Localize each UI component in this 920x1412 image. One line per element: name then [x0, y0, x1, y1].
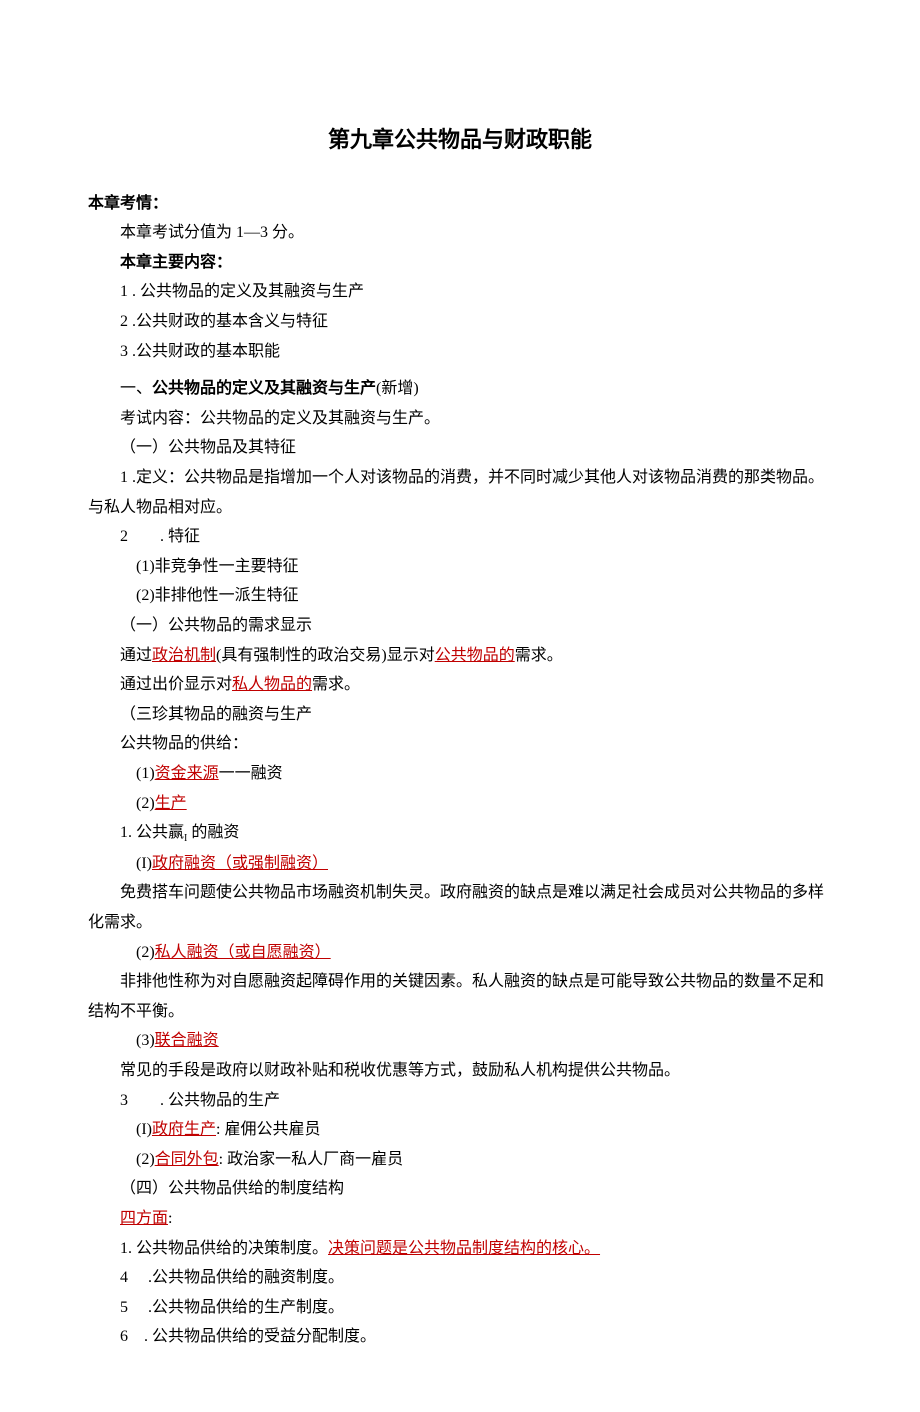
private-goods-link: 私人物品的 [232, 676, 312, 693]
production-item: (2)合同外包: 政治家一私人厂商一雇员 [88, 1145, 832, 1175]
definition-text: 1 .定义：公共物品是指增加一个人对该物品的消费，并不同时减少其他人对该物品消费… [88, 469, 824, 516]
features-header: 2 . 特征 [88, 522, 832, 552]
text: 1. 公共物品供给的决策制度。 [120, 1240, 328, 1257]
supply-item: (1)资金来源一一融资 [88, 759, 832, 789]
toc-item: 2 .公共财政的基本含义与特征 [88, 307, 832, 337]
text: (1) [136, 765, 155, 782]
text: 一一融资 [219, 765, 283, 782]
text: (2) [136, 795, 155, 812]
financing-item: (3)联合融资 [88, 1026, 832, 1056]
financing-item: (2)私人融资（或自愿融资） [88, 938, 832, 968]
supply-item: (2)生产 [88, 789, 832, 819]
public-goods-link: 公共物品的 [435, 647, 515, 664]
private-financing-link: 私人融资（或自愿融资） [155, 944, 331, 961]
institution-item: 5 .公共物品供给的生产制度。 [88, 1293, 832, 1323]
demand-line: 通过政治机制(具有强制性的政治交易)显示对公共物品的需求。 [88, 641, 832, 671]
subheading: （三珍其物品的融资与生产 [88, 700, 832, 730]
definition-paragraph: 1 .定义：公共物品是指增加一个人对该物品的消费，并不同时减少其他人对该物品消费… [88, 463, 832, 522]
text: 通过 [120, 647, 152, 664]
financing-body: 常见的手段是政府以财政补贴和税收优惠等方式，鼓励私人机构提供公共物品。 [88, 1056, 832, 1086]
exam-content-line: 考试内容：公共物品的定义及其融资与生产。 [88, 404, 832, 434]
political-mechanism-link: 政治机制 [152, 647, 216, 664]
text: (具有强制性的政治交易)显示对 [216, 647, 435, 664]
funding-source-link: 资金来源 [155, 765, 219, 782]
feature-item: (2)非排他性一派生特征 [88, 581, 832, 611]
text: 1. 公共赢 [120, 824, 184, 841]
institution-item: 6 . 公共物品供给的受益分配制度。 [88, 1322, 832, 1352]
document-page: 第九章公共物品与财政职能 本章考情： 本章考试分值为 1—3 分。 本章主要内容… [0, 0, 920, 1412]
text: : [168, 1210, 172, 1227]
heading-bold: 公共物品的定义及其融资与生产 [152, 380, 376, 397]
demand-line: 通过出价显示对私人物品的需求。 [88, 670, 832, 700]
text: 需求。 [312, 676, 360, 693]
production-link: 生产 [155, 795, 187, 812]
production-item: (I)政府生产: 雇佣公共雇员 [88, 1115, 832, 1145]
financing-body: 免费搭车问题使公共物品市场融资机制失灵。政府融资的缺点是难以满足社会成员对公共物… [88, 878, 832, 937]
financing-header: 1. 公共赢I 的融资 [88, 818, 832, 849]
text: (I) [136, 1121, 152, 1138]
supply-header: 公共物品的供给： [88, 729, 832, 759]
text: : 雇佣公共雇员 [216, 1121, 320, 1138]
text: 需求。 [515, 647, 563, 664]
toc-item: 1 . 公共物品的定义及其融资与生产 [88, 277, 832, 307]
feature-item: (1)非竞争性一主要特征 [88, 552, 832, 582]
production-header: 3 . 公共物品的生产 [88, 1086, 832, 1116]
gov-financing-link: 政府融资（或强制融资） [152, 855, 328, 872]
chapter-title: 第九章公共物品与财政职能 [88, 120, 832, 161]
outsourcing-link: 合同外包 [155, 1151, 219, 1168]
text: : 政治家一私人厂商一雇员 [219, 1151, 403, 1168]
toc-item: 3 .公共财政的基本职能 [88, 337, 832, 367]
section-heading: 一、公共物品的定义及其融资与生产(新增) [88, 374, 832, 404]
exam-score-line: 本章考试分值为 1—3 分。 [88, 218, 832, 248]
heading-prefix: 一、 [120, 380, 152, 397]
four-aspects-line: 四方面: [88, 1204, 832, 1234]
main-content-header: 本章主要内容： [88, 248, 832, 278]
subheading: （一）公共物品的需求显示 [88, 611, 832, 641]
financing-body: 非排他性称为对自愿融资起障碍作用的关键因素。私人融资的缺点是可能导致公共物品的数… [88, 967, 832, 1026]
joint-financing-link: 联合融资 [155, 1032, 219, 1049]
text: 的融资 [187, 824, 239, 841]
gov-production-link: 政府生产 [152, 1121, 216, 1138]
exam-situation-header: 本章考情： [88, 189, 832, 219]
text: (2) [136, 944, 155, 961]
financing-item: (I)政府融资（或强制融资） [88, 849, 832, 879]
decision-core-link: 决策问题是公共物品制度结构的核心。 [328, 1240, 600, 1257]
four-aspects-link: 四方面 [120, 1210, 168, 1227]
institution-item: 4 .公共物品供给的融资制度。 [88, 1263, 832, 1293]
text: (I) [136, 855, 152, 872]
text: (3) [136, 1032, 155, 1049]
subheading: （一）公共物品及其特征 [88, 433, 832, 463]
heading-tail: (新增) [376, 380, 419, 397]
text: (2) [136, 1151, 155, 1168]
text: 通过出价显示对 [120, 676, 232, 693]
institution-item: 1. 公共物品供给的决策制度。决策问题是公共物品制度结构的核心。 [88, 1234, 832, 1264]
institutional-header: （四）公共物品供给的制度结构 [88, 1174, 832, 1204]
